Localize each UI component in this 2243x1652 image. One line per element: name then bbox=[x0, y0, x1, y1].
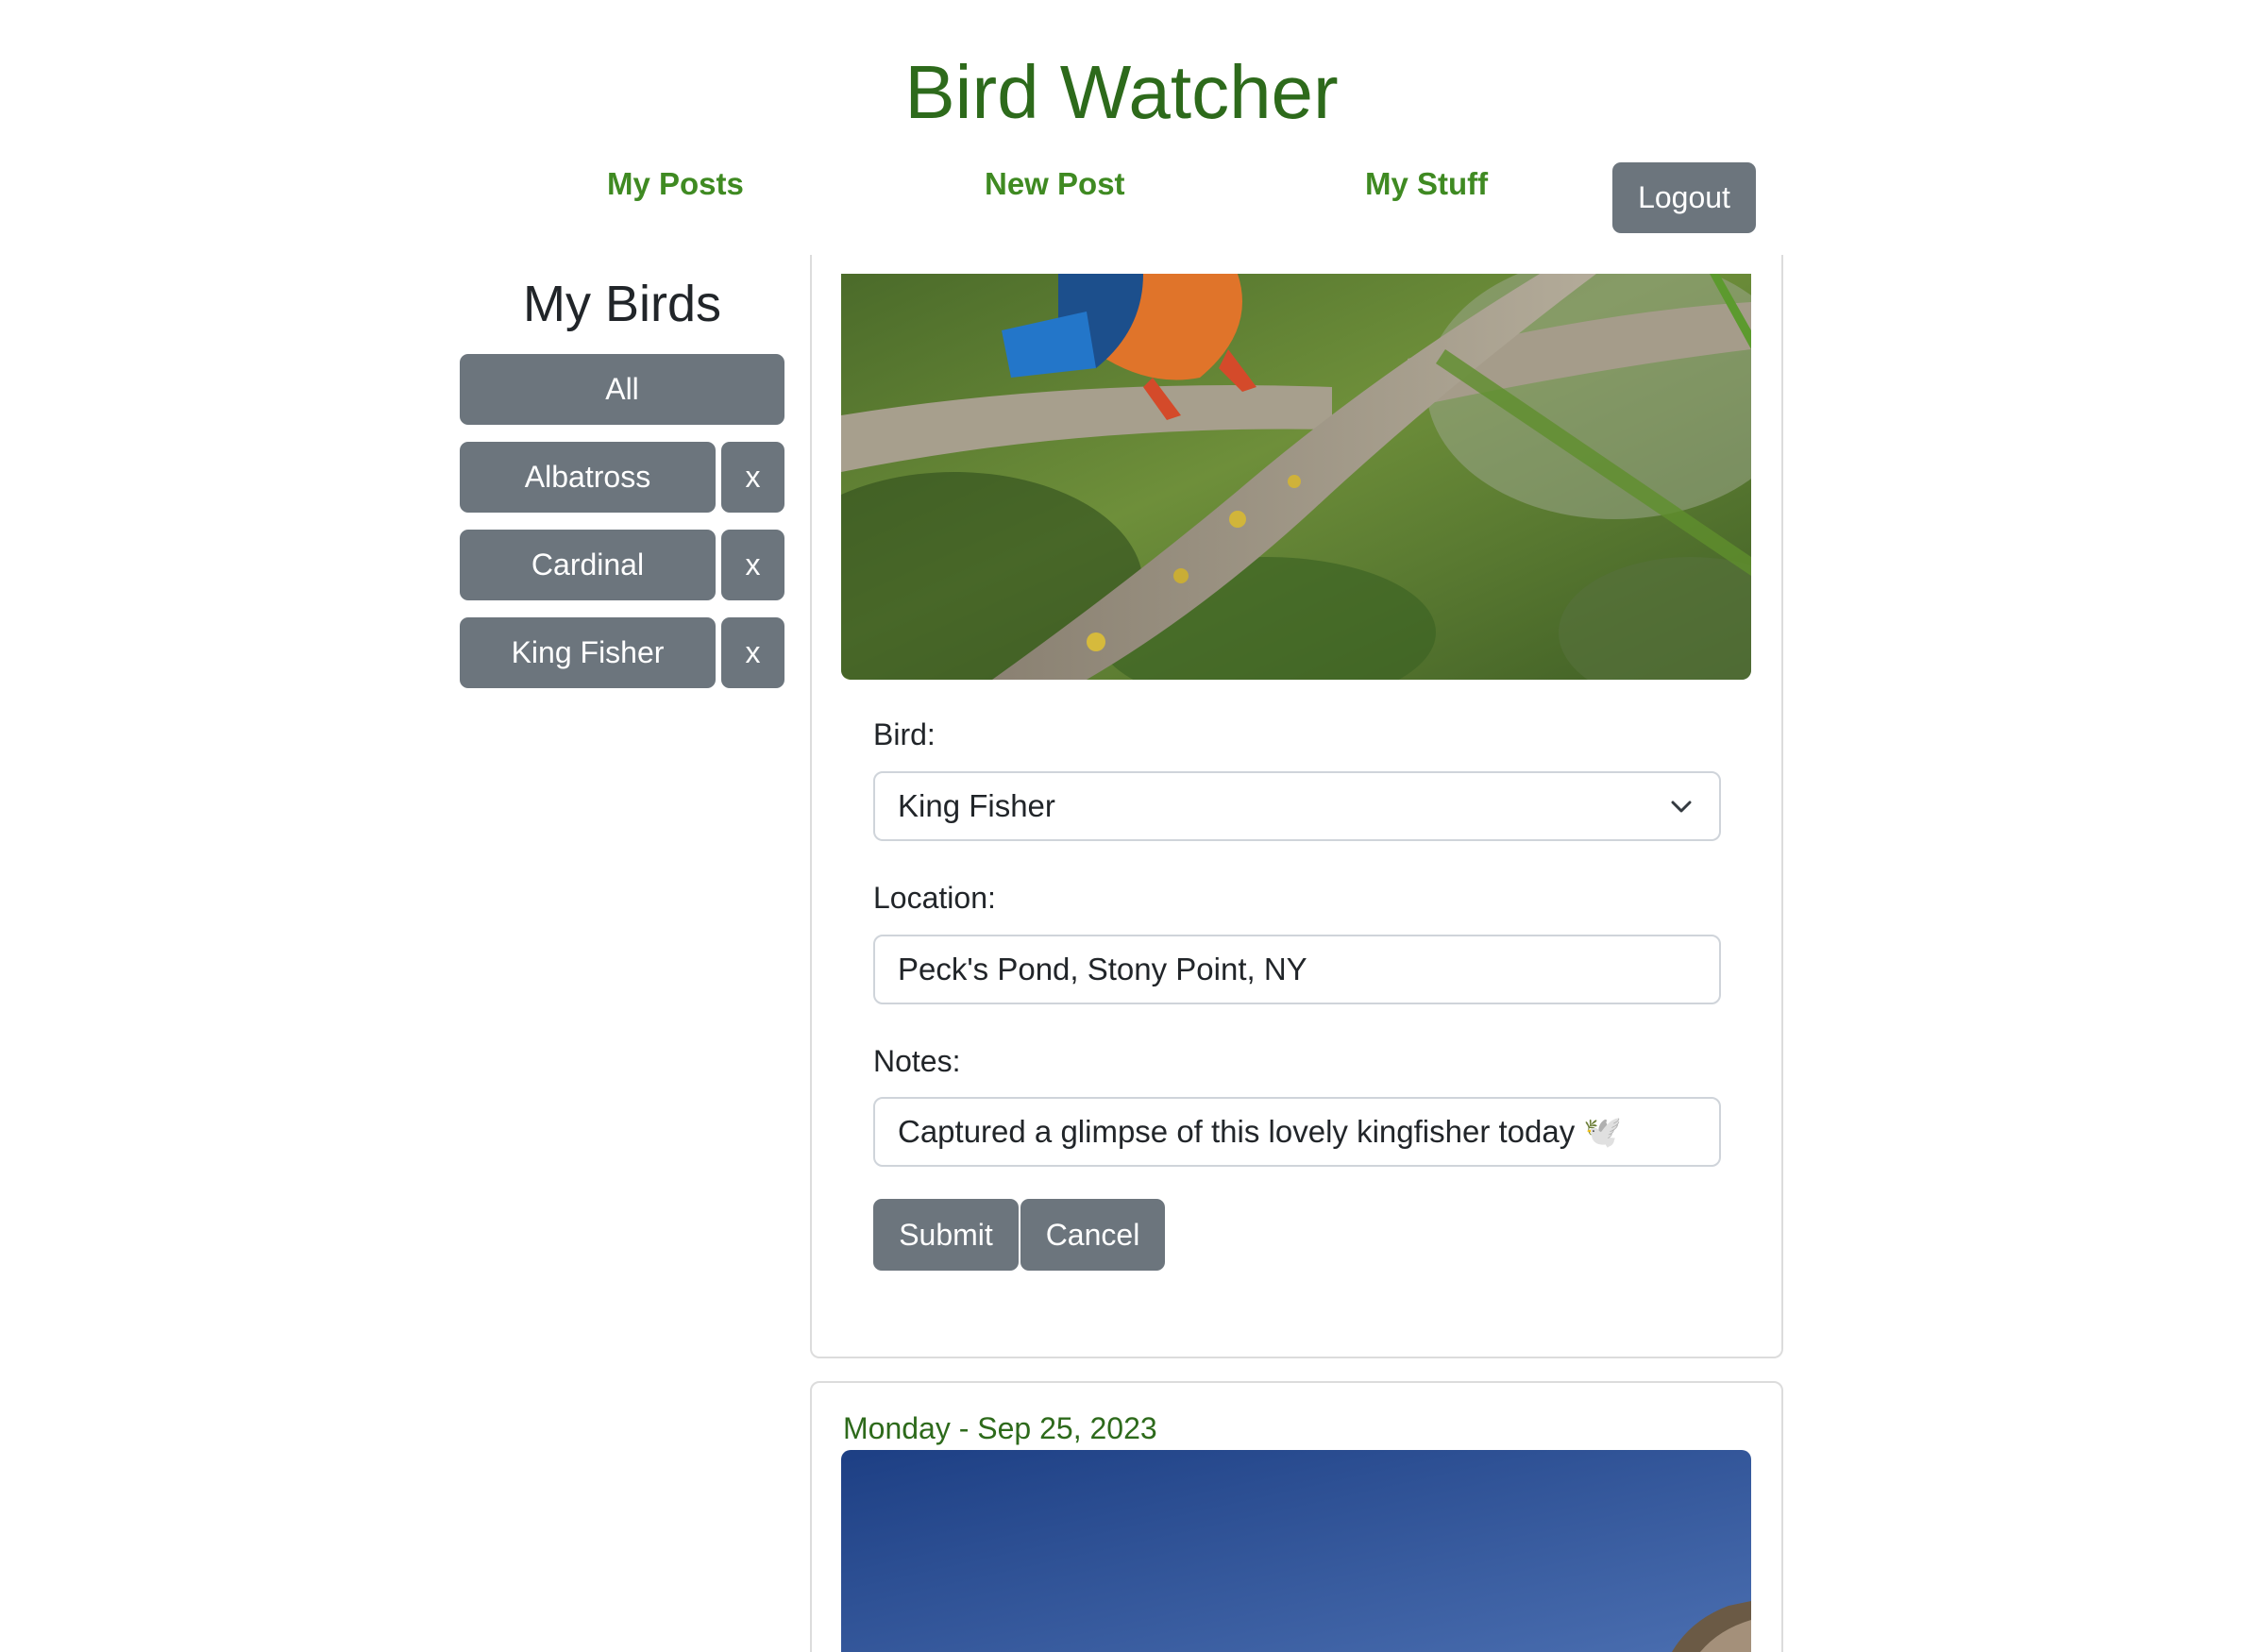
notes-input[interactable]: Captured a glimpse of this lovely kingfi… bbox=[873, 1097, 1721, 1167]
submit-button[interactable]: Submit bbox=[873, 1199, 1019, 1271]
notes-input-value: Captured a glimpse of this lovely kingfi… bbox=[898, 1113, 1623, 1149]
post-photo bbox=[841, 1450, 1751, 1652]
notes-label: Notes: bbox=[873, 1044, 961, 1078]
nav-new-post[interactable]: New Post bbox=[985, 168, 1125, 199]
page: Bird Watcher My Posts New Post My Stuff … bbox=[0, 0, 2243, 1652]
filter-albatross-button[interactable]: Albatross bbox=[460, 442, 716, 513]
remove-cardinal-button[interactable]: x bbox=[721, 530, 784, 600]
filter-all-button[interactable]: All bbox=[460, 354, 784, 425]
nav-my-stuff[interactable]: My Stuff bbox=[1365, 168, 1488, 199]
bird-select-value: King Fisher bbox=[898, 788, 1055, 823]
bird-label: Bird: bbox=[873, 717, 936, 751]
filter-cardinal-button[interactable]: Cardinal bbox=[460, 530, 716, 600]
remove-albatross-button[interactable]: x bbox=[721, 442, 784, 513]
sidebar-title: My Birds bbox=[522, 276, 721, 332]
kingfisher-photo bbox=[841, 274, 1751, 680]
location-input-value: Peck's Pond, Stony Point, NY bbox=[898, 952, 1307, 986]
filter-king-fisher-button[interactable]: King Fisher bbox=[460, 617, 716, 688]
location-label: Location: bbox=[873, 881, 996, 915]
remove-king-fisher-button[interactable]: x bbox=[721, 617, 784, 688]
logout-button[interactable]: Logout bbox=[1612, 162, 1756, 233]
chevron-down-icon bbox=[1671, 801, 1692, 813]
bird-select[interactable]: King Fisher bbox=[873, 771, 1721, 841]
post-date: Monday - Sep 25, 2023 bbox=[843, 1411, 1157, 1445]
site-title: Bird Watcher bbox=[904, 50, 1339, 134]
cancel-button[interactable]: Cancel bbox=[1020, 1199, 1165, 1271]
nav-my-posts[interactable]: My Posts bbox=[607, 168, 744, 199]
location-input[interactable]: Peck's Pond, Stony Point, NY bbox=[873, 935, 1721, 1004]
